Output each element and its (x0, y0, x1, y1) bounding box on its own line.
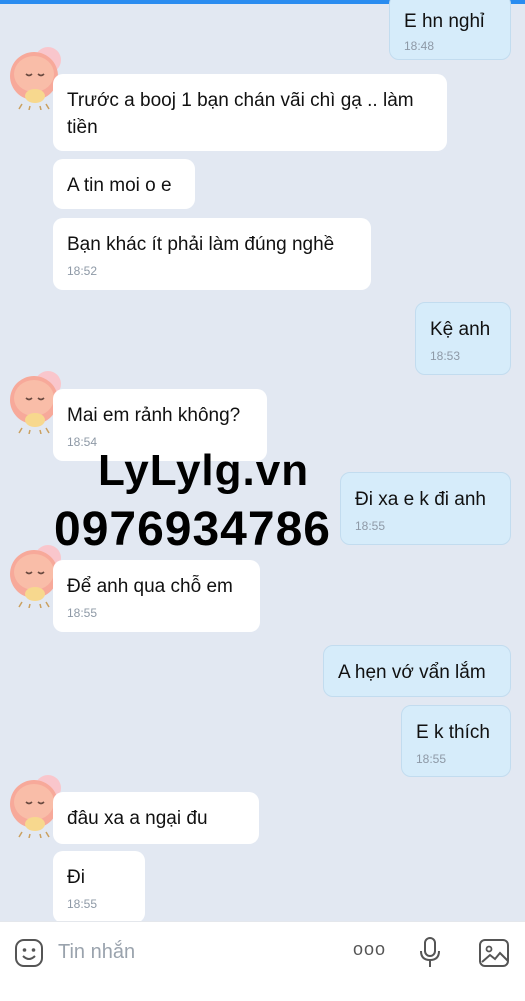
message-input-bar: Tin nhắn ooo (0, 921, 525, 1001)
incoming-message[interactable]: Bạn khác ít phải làm đúng nghề 18:52 (53, 218, 371, 290)
incoming-message[interactable]: A tin moi o e (53, 159, 195, 209)
message-text: Trước a booj 1 bạn chán vãi chì gạ .. là… (67, 90, 414, 138)
message-text: E k thích (416, 722, 490, 743)
message-text: E hn nghỉ (404, 11, 485, 32)
message-text: Đi (67, 867, 85, 888)
message-time: 18:48 (404, 39, 435, 53)
watermark-phone: 0976934786 (54, 503, 331, 556)
watermark-site: LyLylg.vn (98, 446, 310, 495)
message-time: 18:55 (67, 897, 98, 911)
outgoing-message[interactable]: A hẹn vớ vẩn lắm (323, 645, 511, 697)
incoming-message[interactable]: đâu xa a ngại đu (53, 792, 259, 844)
message-text: A tin moi o e (67, 175, 172, 196)
message-text: A hẹn vớ vẩn lắm (338, 662, 486, 683)
message-text: Để anh qua chỗ em (67, 576, 233, 597)
message-input[interactable]: Tin nhắn (58, 941, 135, 964)
message-text: Đi xa e k đi anh (355, 489, 486, 510)
outgoing-message[interactable]: E k thích 18:55 (401, 705, 511, 777)
message-time: 18:52 (67, 264, 98, 278)
incoming-message[interactable]: Trước a booj 1 bạn chán vãi chì gạ .. là… (53, 74, 447, 151)
message-time: 18:55 (416, 752, 447, 766)
message-time: 18:55 (355, 519, 386, 533)
incoming-message[interactable]: Để anh qua chỗ em 18:55 (53, 560, 260, 632)
more-options-icon[interactable]: ooo (353, 939, 386, 960)
message-time: 18:55 (67, 606, 98, 620)
message-text: Bạn khác ít phải làm đúng nghề (67, 234, 335, 255)
outgoing-message[interactable]: Kệ anh 18:53 (415, 302, 511, 375)
incoming-message[interactable]: Đi 18:55 (53, 851, 145, 923)
microphone-icon[interactable] (418, 936, 442, 970)
message-text: đâu xa a ngại đu (67, 808, 208, 829)
outgoing-message[interactable]: Đi xa e k đi anh 18:55 (340, 472, 511, 545)
message-text: Kệ anh (430, 319, 491, 340)
outgoing-message[interactable]: E hn nghỉ 18:48 (389, 0, 511, 60)
emoji-icon[interactable] (14, 938, 44, 968)
message-time: 18:53 (430, 349, 461, 363)
image-icon[interactable] (478, 938, 510, 968)
message-text: Mai em rảnh không? (67, 405, 241, 426)
